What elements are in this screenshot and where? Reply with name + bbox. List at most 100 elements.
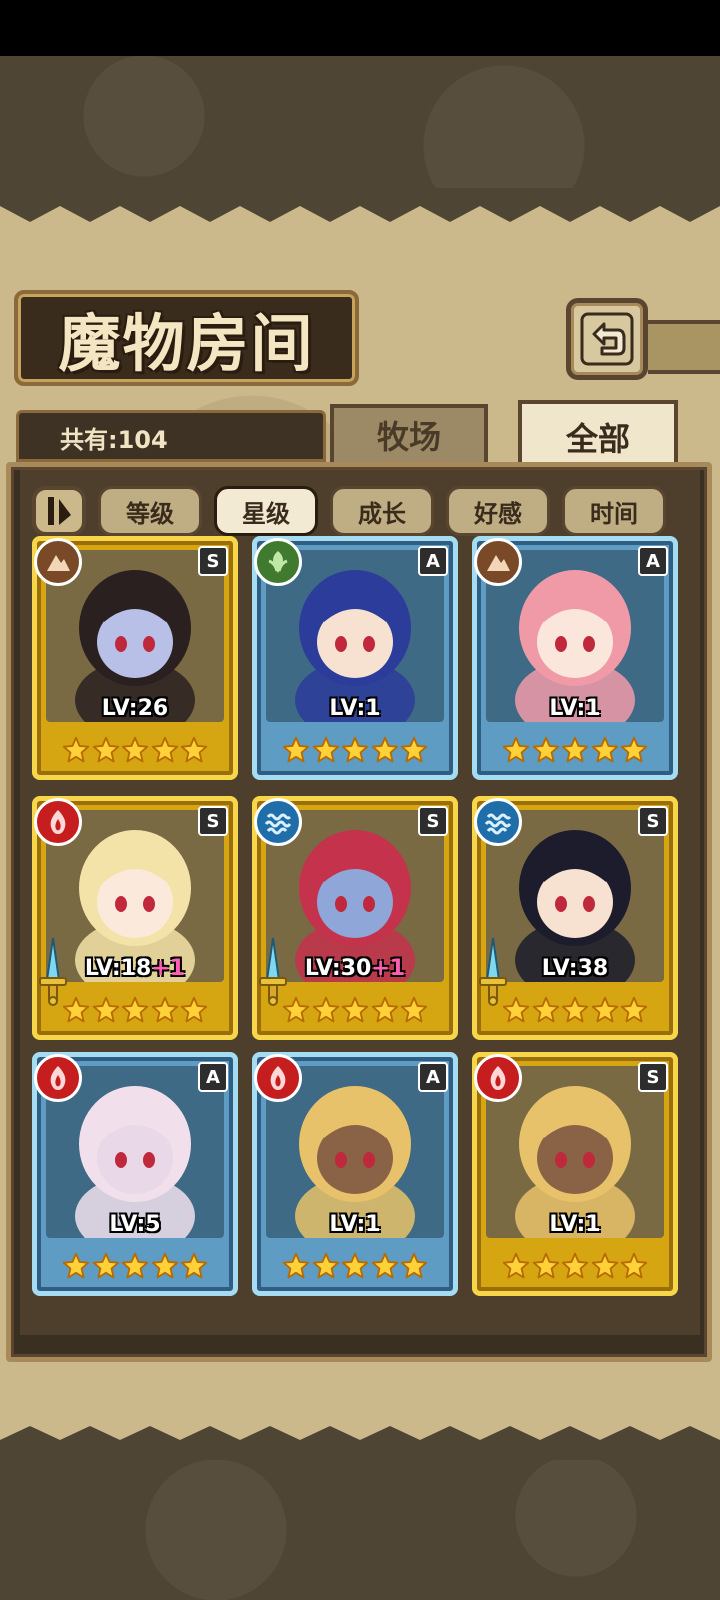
monster-level: LV:1 [549, 1212, 601, 1237]
star-icon [151, 996, 179, 1028]
tab-all[interactable]: 全部 [518, 400, 678, 470]
monster-level: LV:5 [109, 1212, 161, 1237]
star-icon [121, 1252, 149, 1284]
rank-badge: S [638, 806, 668, 836]
star-icon [312, 996, 340, 1028]
monster-card[interactable]: S LV:38 [472, 796, 678, 1040]
star-icon [502, 736, 530, 768]
star-icon [371, 736, 399, 768]
star-icon [561, 736, 589, 768]
star-icon [312, 736, 340, 768]
monster-level: LV:30+1 [304, 956, 406, 981]
return-arrow-icon [580, 312, 634, 366]
star-rating [502, 994, 648, 1030]
rank-badge: A [638, 546, 668, 576]
tab-ranch[interactable]: 牧场 [330, 404, 488, 462]
star-icon [532, 1252, 560, 1284]
tab-ranch-label: 牧场 [376, 418, 441, 456]
element-fire-icon [34, 1054, 82, 1102]
star-icon [92, 996, 120, 1028]
zigzag-border-bottom [0, 1426, 720, 1460]
filter-time-button[interactable]: 时间 [562, 486, 666, 536]
star-icon [121, 736, 149, 768]
monster-count: 共有:104 [60, 426, 168, 454]
star-icon [591, 996, 619, 1028]
filter-star-button[interactable]: 星级 [214, 486, 318, 536]
star-icon [371, 1252, 399, 1284]
filter-level-button[interactable]: 等级 [98, 486, 202, 536]
monster-level: LV:1 [329, 696, 381, 721]
star-icon [341, 996, 369, 1028]
star-icon [371, 996, 399, 1028]
monster-card[interactable]: S LV:1 [472, 1052, 678, 1296]
monster-card[interactable]: A LV:5 [32, 1052, 238, 1296]
star-icon [282, 1252, 310, 1284]
filter-growth-label: 成长 [358, 499, 406, 528]
star-icon [400, 996, 428, 1028]
star-icon [62, 736, 90, 768]
map-background-bottom [0, 1460, 720, 1600]
zigzag-border-top [0, 188, 720, 222]
filter-affection-label: 好感 [474, 499, 522, 528]
monster-card[interactable]: A LV:1 [472, 536, 678, 780]
star-rating [62, 994, 208, 1030]
back-button[interactable] [566, 298, 648, 380]
star-icon [312, 1252, 340, 1284]
page-title: 魔物房间 [58, 307, 315, 380]
filter-growth-button[interactable]: 成长 [330, 486, 434, 536]
star-icon [180, 996, 208, 1028]
star-icon [400, 736, 428, 768]
star-icon [341, 1252, 369, 1284]
star-icon [591, 1252, 619, 1284]
element-fire-icon [474, 1054, 522, 1102]
rank-badge: S [198, 546, 228, 576]
rank-badge: S [418, 806, 448, 836]
rank-badge: A [418, 1062, 448, 1092]
star-icon [561, 996, 589, 1028]
element-fire-icon [34, 798, 82, 846]
star-icon [151, 1252, 179, 1284]
monster-card[interactable]: A LV:1 [252, 1052, 458, 1296]
monster-card[interactable]: S LV:26 [32, 536, 238, 780]
element-water-icon [474, 798, 522, 846]
star-icon [282, 996, 310, 1028]
monster-card[interactable]: S LV:30+1 [252, 796, 458, 1040]
star-rating [502, 734, 648, 770]
monster-level: LV:1 [329, 1212, 381, 1237]
sort-order-toggle[interactable] [32, 486, 86, 536]
title-banner: 魔物房间 [14, 290, 359, 386]
star-icon [341, 736, 369, 768]
monster-level: LV:26 [101, 696, 169, 721]
star-icon [92, 736, 120, 768]
filter-time-label: 时间 [590, 499, 638, 528]
filter-affection-button[interactable]: 好感 [446, 486, 550, 536]
star-icon [502, 1252, 530, 1284]
star-icon [121, 996, 149, 1028]
rank-badge: A [418, 546, 448, 576]
monster-card[interactable]: S LV:18+1 [32, 796, 238, 1040]
star-icon [620, 736, 648, 768]
star-icon [180, 1252, 208, 1284]
star-icon [620, 996, 648, 1028]
monster-level: LV:38 [541, 956, 609, 981]
back-button-rail [648, 320, 720, 374]
star-icon [532, 996, 560, 1028]
star-icon [400, 1252, 428, 1284]
star-icon [591, 736, 619, 768]
star-icon [62, 1252, 90, 1284]
star-icon [62, 996, 90, 1028]
star-icon [502, 996, 530, 1028]
star-icon [282, 736, 310, 768]
rank-badge: A [198, 1062, 228, 1092]
star-icon [92, 1252, 120, 1284]
sort-order-icon [48, 497, 71, 525]
star-icon [532, 736, 560, 768]
star-rating [282, 734, 428, 770]
star-rating [282, 1250, 428, 1286]
map-background-top [0, 56, 720, 206]
monster-level: LV:18+1 [84, 956, 186, 981]
rank-badge: S [198, 806, 228, 836]
star-rating [62, 1250, 208, 1286]
monster-card[interactable]: A LV:1 [252, 536, 458, 780]
star-rating [502, 1250, 648, 1286]
